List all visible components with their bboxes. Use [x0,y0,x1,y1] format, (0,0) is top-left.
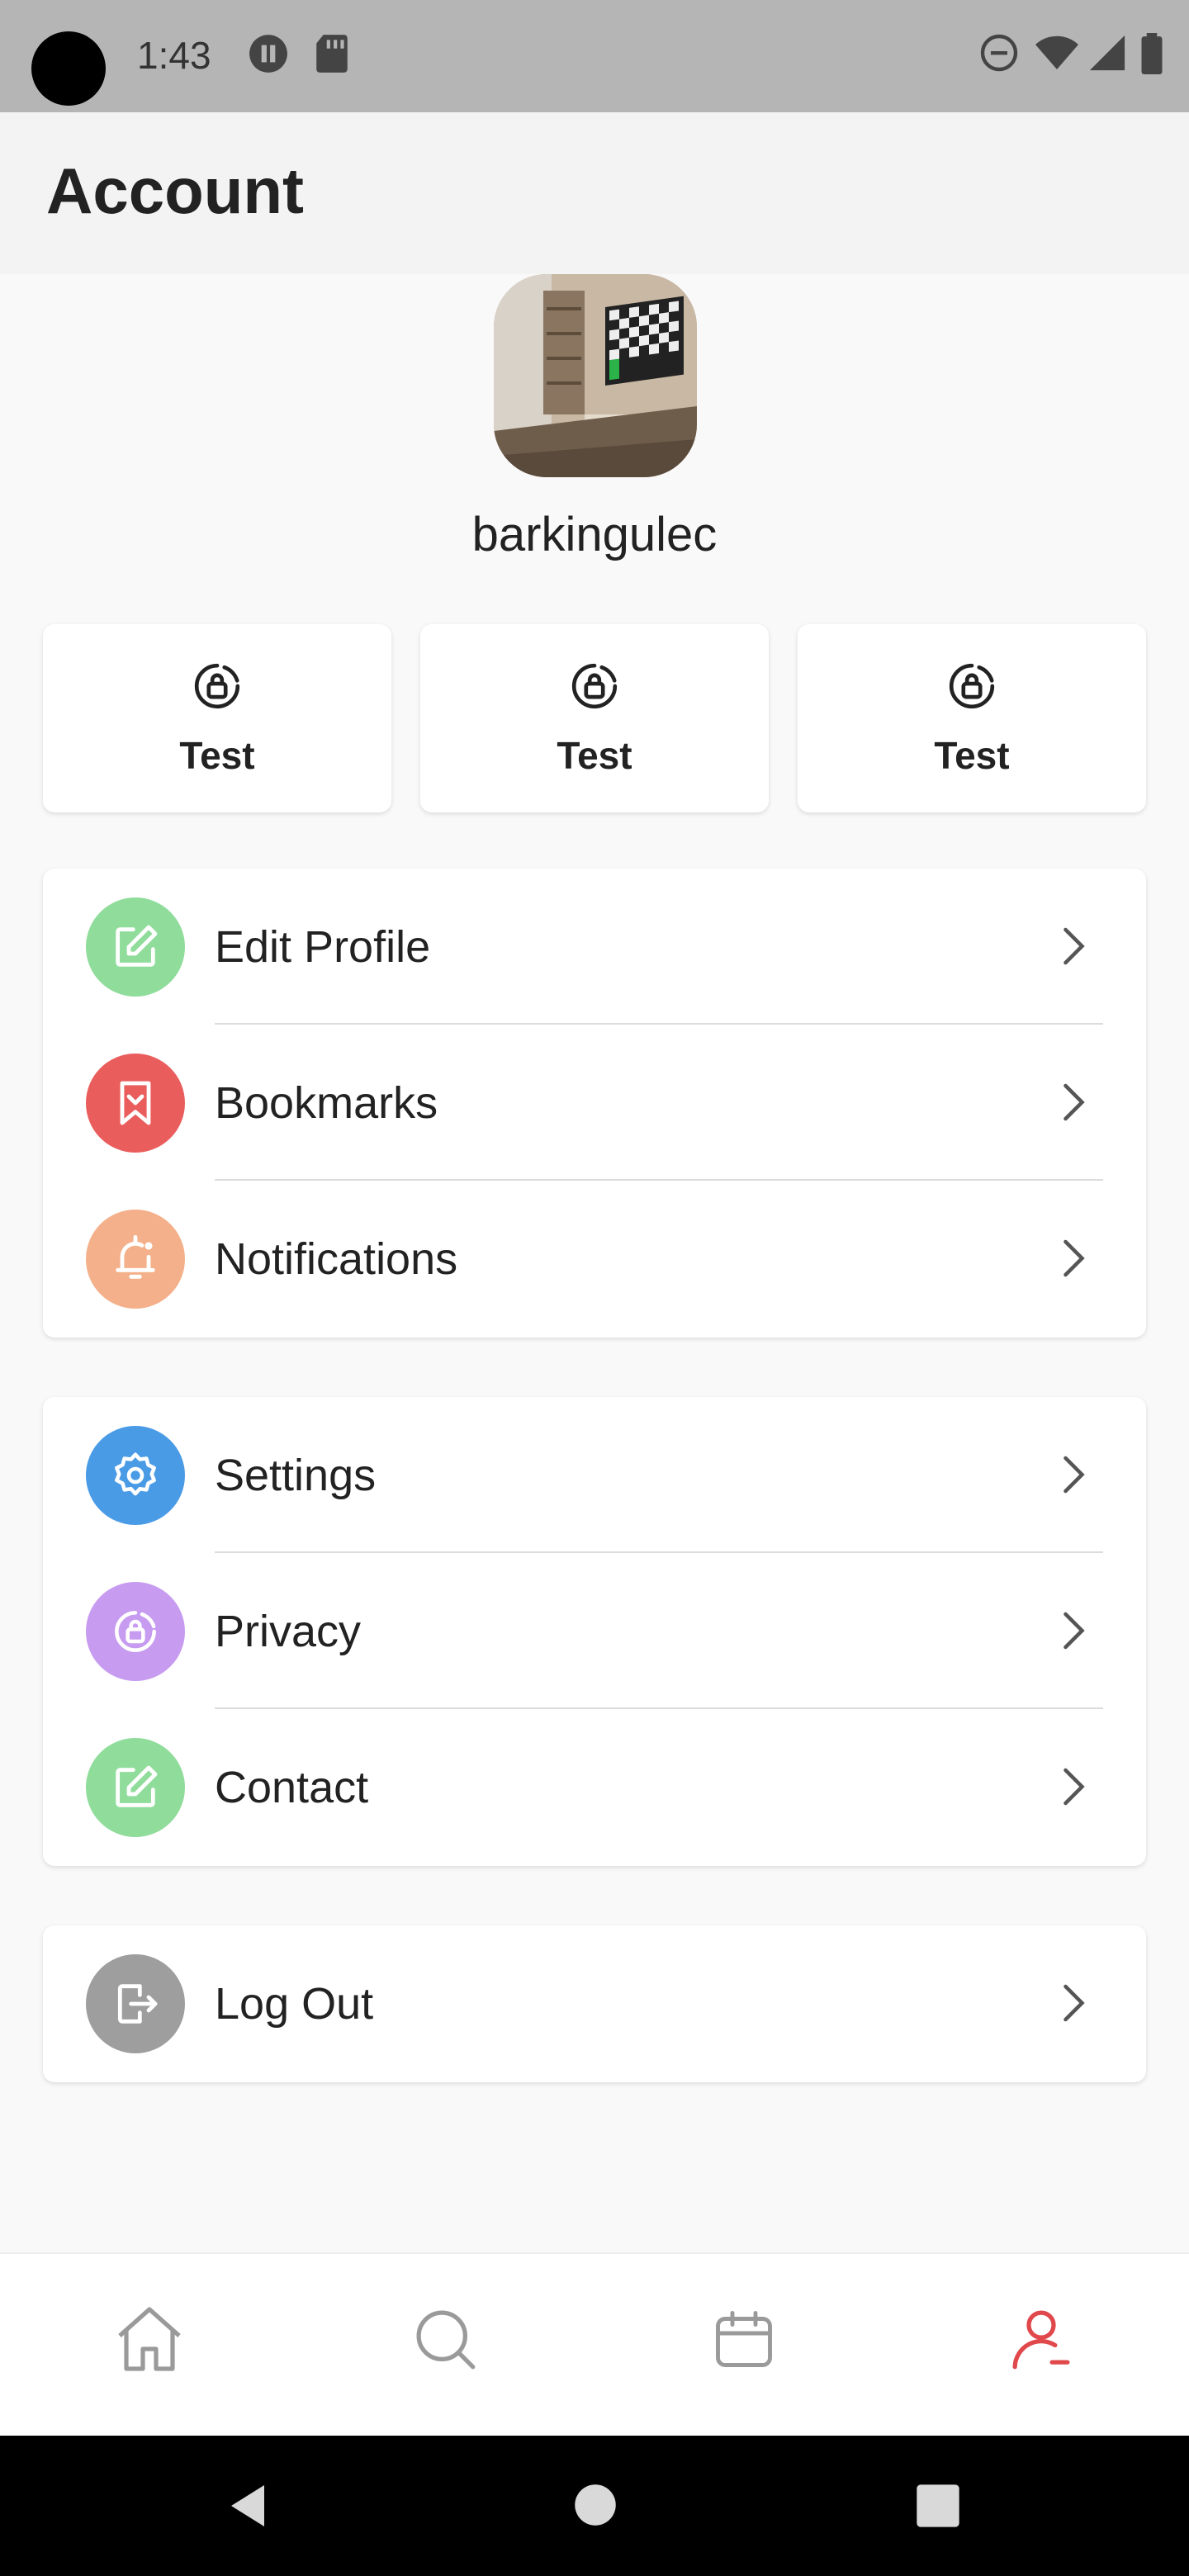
avatar[interactable] [494,274,697,477]
menu-group-account: Edit Profile Bookmarks Notifications [43,869,1146,1338]
status-bar: 1:43 [0,0,1189,112]
menu-item-contact[interactable]: Contact [43,1709,1146,1865]
menu-item-privacy[interactable]: Privacy [43,1553,1146,1709]
lock-circle-icon [86,1582,185,1681]
chevron-right-icon [1047,1978,1097,2028]
bookmark-icon [86,1054,185,1153]
bottom-navigation [0,2252,1189,2436]
bell-icon [86,1210,185,1309]
menu-group-preferences: Settings Privacy Contact [43,1397,1146,1866]
quick-action-label: Test [934,734,1010,777]
wifi-icon [1034,33,1080,77]
search-icon [408,2302,482,2380]
quick-action-label: Test [557,734,632,777]
system-navigation-bar [0,2436,1189,2576]
do-not-disturb-icon [979,33,1019,77]
quick-action-card-1[interactable]: Test [43,624,391,812]
edit-icon [86,1738,185,1837]
menu-item-label: Edit Profile [215,922,431,972]
menu-item-notifications[interactable]: Notifications [43,1181,1146,1337]
chevron-right-icon [1047,1234,1097,1283]
quick-action-card-2[interactable]: Test [420,624,769,812]
menu-item-label: Privacy [215,1607,362,1656]
home-icon [110,2299,189,2383]
chevron-right-icon [1047,921,1097,971]
chevron-right-icon [1047,1606,1097,1655]
nav-profile[interactable] [996,2295,1087,2386]
nav-search[interactable] [400,2295,490,2386]
menu-item-edit-profile[interactable]: Edit Profile [43,869,1146,1025]
profile-username: barkingulec [471,508,718,561]
calendar-icon [709,2304,779,2378]
recents-square-icon[interactable] [915,2483,961,2533]
menu-group-session: Log Out [43,1925,1146,2082]
signal-icon [1088,33,1126,77]
menu-item-bookmarks[interactable]: Bookmarks [43,1025,1146,1181]
menu-item-label: Settings [215,1451,377,1500]
logout-icon [86,1954,185,2053]
menu-item-settings[interactable]: Settings [43,1397,1146,1553]
chevron-right-icon [1047,1077,1097,1127]
lock-circle-icon [566,657,623,715]
lock-circle-icon [943,657,1001,715]
menu-item-label: Log Out [215,1979,374,2029]
menu-item-label: Notifications [215,1234,458,1284]
account-content: barkingulec Test Test Test Edit Profile [0,274,1189,2252]
chevron-right-icon [1047,1762,1097,1811]
status-time: 1:43 [137,34,211,77]
battery-icon [1139,33,1164,78]
quick-action-label: Test [179,734,255,777]
quick-action-card-3[interactable]: Test [798,624,1146,812]
nav-home[interactable] [104,2295,195,2386]
menu-item-label: Bookmarks [215,1078,438,1128]
nav-calendar[interactable] [699,2295,789,2386]
menu-item-label: Contact [215,1763,369,1812]
profile-icon [1004,2302,1078,2380]
pause-circle-icon [248,33,289,78]
home-circle-icon[interactable] [573,2483,618,2531]
camera-cutout [31,31,106,106]
app-bar: Account [0,112,1189,274]
sd-card-icon [314,33,350,78]
chevron-right-icon [1047,1450,1097,1499]
gear-icon [86,1426,185,1525]
menu-item-logout[interactable]: Log Out [43,1925,1146,2081]
page-title: Account [46,154,304,227]
back-icon[interactable] [223,2481,272,2535]
lock-circle-icon [188,657,246,715]
edit-icon [86,897,185,997]
